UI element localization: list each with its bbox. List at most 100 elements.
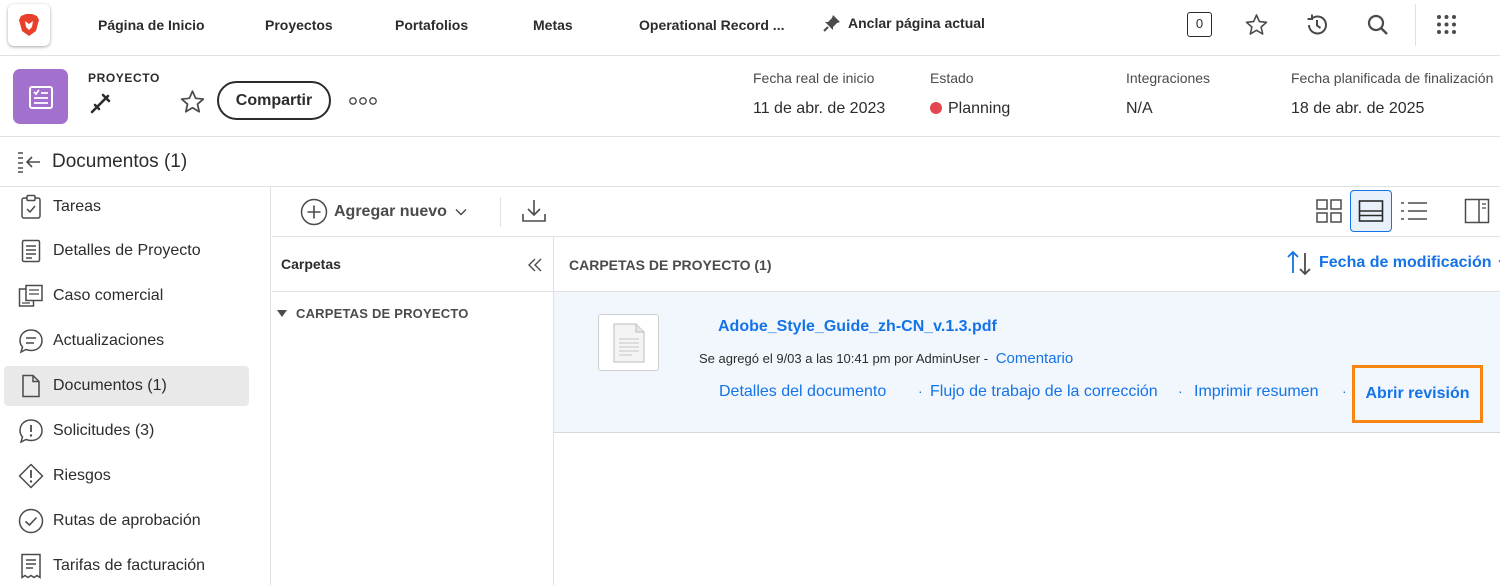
project-icon (13, 69, 68, 124)
documents-toolbar: Agregar nuevo (272, 187, 1500, 237)
open-review-link[interactable]: Abrir revisión (1352, 365, 1483, 423)
sidebar-item-billing-rates[interactable]: Tarifas de facturación (4, 546, 249, 585)
share-button[interactable]: Compartir (217, 81, 331, 120)
project-type-label: PROYECTO (88, 71, 160, 85)
print-summary-link[interactable]: Imprimir resumen (1194, 383, 1318, 401)
planned-completion-date-value: 18 de abr. de 2025 (1291, 100, 1425, 117)
page-title: Documentos (1) (52, 151, 188, 172)
document-icon (18, 373, 44, 399)
file-icon (613, 323, 644, 362)
sidebar-item-approval-paths[interactable]: Rutas de aprobación (4, 501, 249, 541)
row-view-icon (1358, 200, 1384, 222)
clipboard-check-icon (18, 194, 44, 220)
status-text: Planning (948, 100, 1011, 117)
link-separator: · (1342, 383, 1347, 399)
alert-bubble-icon (18, 418, 44, 444)
pin-page-label: Anclar página actual (848, 15, 985, 31)
sidebar-item-label: Documentos (1) (53, 377, 167, 394)
app-logo[interactable] (8, 4, 50, 46)
sidebar-item-updates[interactable]: Actualizaciones (4, 321, 249, 361)
project-header: PROYECTO Compartir Fecha real de inicio … (0, 56, 1500, 137)
sidebar-item-label: Caso comercial (53, 287, 164, 304)
toolbar-divider (500, 197, 501, 227)
project-folders-label: CARPETAS DE PROYECTO (296, 306, 469, 321)
nav-projects[interactable]: Proyectos (265, 0, 333, 50)
project-folders-group[interactable]: CARPETAS DE PROYECTO (277, 306, 469, 321)
sidebar-item-documents[interactable]: Documentos (1) (4, 366, 249, 406)
nav-home[interactable]: Página de Inicio (98, 0, 205, 50)
add-circle-icon (300, 198, 328, 226)
sidebar-item-label: Tarifas de facturación (53, 557, 206, 574)
sort-by-modified-button[interactable]: Fecha de modificación (1285, 243, 1500, 283)
nav-portfolios[interactable]: Portafolios (395, 0, 468, 50)
status-label: Estado (930, 70, 974, 86)
collapse-sidebar-icon[interactable] (16, 151, 42, 173)
comment-link[interactable]: Comentario (996, 350, 1074, 367)
document-added-text: Se agregó el 9/03 a las 10:41 pm por Adm… (699, 351, 989, 366)
pin-page-button[interactable]: Anclar página actual (822, 0, 985, 50)
status-dot (930, 102, 942, 114)
sort-icon (1287, 250, 1311, 276)
folders-pane: Carpetas CARPETAS DE PROYECTO (272, 237, 554, 585)
content-header: CARPETAS DE PROYECTO (1) Fecha de modifi… (554, 237, 1500, 292)
checkmark-circle-icon (18, 508, 44, 534)
details-panel-icon[interactable] (1464, 198, 1490, 224)
planned-completion-date-label: Fecha planificada de finalización (1291, 70, 1494, 86)
sidebar-item-project-details[interactable]: Detalles de Proyecto (4, 231, 249, 271)
section-title-bar: Documentos (1) (0, 137, 1500, 187)
documents-content: CARPETAS DE PROYECTO (1) Fecha de modifi… (554, 237, 1500, 585)
link-separator: · (918, 383, 923, 399)
list-view-icon (1401, 202, 1427, 220)
proof-workflow-link[interactable]: Flujo de trabajo de la corrección (930, 383, 1158, 401)
history-icon[interactable] (1304, 12, 1330, 38)
actual-start-date-label: Fecha real de inicio (753, 70, 875, 86)
nav-operational-record[interactable]: Operational Record ... (639, 0, 784, 50)
folders-header: Carpetas (272, 237, 553, 292)
integrations-label: Integraciones (1126, 70, 1211, 86)
integrations-value: N/A (1126, 100, 1153, 117)
collapse-folders-icon[interactable] (528, 258, 542, 272)
search-icon[interactable] (1366, 13, 1390, 37)
add-new-button[interactable]: Agregar nuevo (300, 196, 467, 228)
sidebar-item-tasks[interactable]: Tareas (4, 187, 249, 227)
document-details-link[interactable]: Detalles del documento (719, 383, 886, 401)
content-title: CARPETAS DE PROYECTO (1) (569, 257, 772, 273)
sidebar-item-risks[interactable]: Riesgos (4, 456, 249, 496)
document-thumbnail[interactable] (598, 314, 659, 371)
favorite-star-icon[interactable] (1244, 13, 1269, 37)
sidebar-item-label: Tareas (53, 198, 102, 215)
comment-icon (18, 328, 44, 354)
status-value[interactable]: Planning (930, 100, 1010, 118)
row-view-button[interactable] (1350, 190, 1392, 232)
favorite-project-star-icon[interactable] (179, 89, 206, 115)
add-new-label: Agregar nuevo (334, 203, 447, 220)
project-list-icon (28, 85, 53, 109)
brave-lion-icon (19, 14, 39, 36)
list-view-button[interactable] (1394, 191, 1434, 231)
business-case-icon (18, 283, 44, 309)
project-name-icon (89, 91, 113, 115)
sidebar-item-label: Solicitudes (3) (53, 422, 155, 439)
notification-counter[interactable]: 0 (1187, 12, 1212, 37)
sidebar-item-requests[interactable]: Solicitudes (3) (4, 411, 249, 451)
nav-goals[interactable]: Metas (533, 0, 573, 50)
download-icon[interactable] (520, 197, 548, 225)
sidebar-item-business-case[interactable]: Caso comercial (4, 276, 249, 316)
apps-grid-icon[interactable] (1436, 14, 1457, 35)
grid-view-icon (1316, 199, 1342, 223)
alert-diamond-icon (18, 463, 44, 489)
sidebar-item-label: Detalles de Proyecto (53, 242, 201, 259)
document-added-info: Se agregó el 9/03 a las 10:41 pm por Adm… (699, 350, 1073, 367)
pin-icon (823, 15, 840, 32)
top-navigation: Página de Inicio Proyectos Portafolios M… (0, 0, 1500, 56)
project-sidebar: Tareas Detalles de Proyecto Caso comerci… (0, 187, 271, 585)
more-options-icon[interactable] (349, 96, 377, 106)
sort-label: Fecha de modificación (1319, 254, 1492, 271)
actual-start-date-value: 11 de abr. de 2023 (753, 100, 886, 117)
sidebar-item-label: Actualizaciones (53, 332, 165, 349)
chevron-down-icon (455, 208, 467, 216)
sidebar-item-label: Rutas de aprobación (53, 512, 201, 529)
grid-view-button[interactable] (1309, 191, 1349, 231)
document-name-link[interactable]: Adobe_Style_Guide_zh-CN_v.1.3.pdf (718, 318, 997, 336)
link-separator: · (1178, 383, 1183, 399)
